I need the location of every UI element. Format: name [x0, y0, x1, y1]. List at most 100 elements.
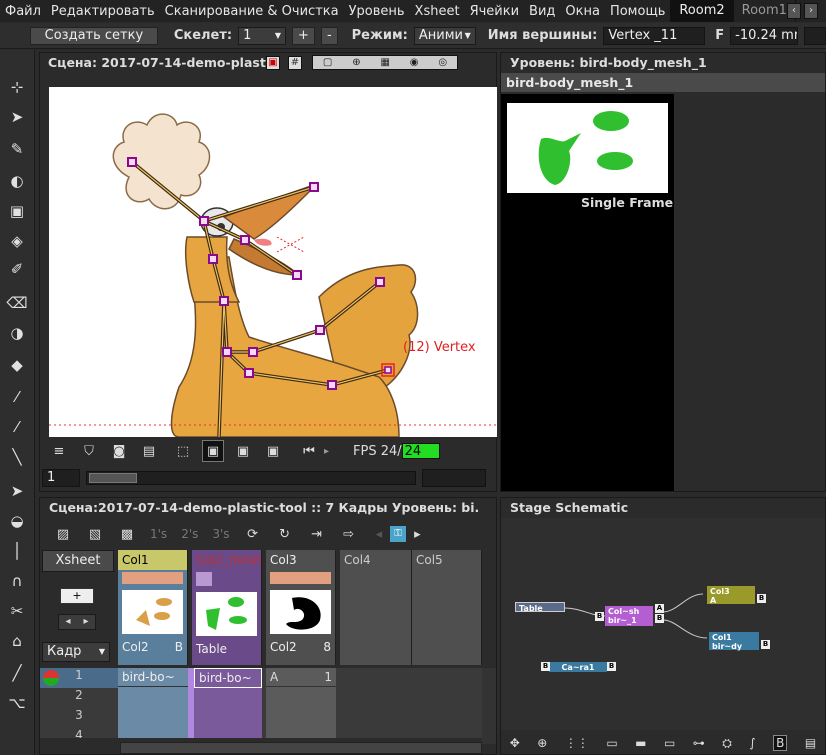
- skeleton-vertex[interactable]: [292, 270, 302, 280]
- step-1-button[interactable]: 1's: [150, 527, 167, 541]
- menu-icon[interactable]: ≡: [48, 440, 70, 462]
- schematic-port[interactable]: B: [757, 594, 766, 603]
- xsheet-vertical-scrollbar[interactable]: [482, 668, 496, 744]
- skeleton-vertex[interactable]: [222, 347, 232, 357]
- schematic-node-col-sh[interactable]: Col~sh bir~_1: [605, 606, 653, 626]
- schematic-canvas[interactable]: Table Col~sh bir~_1 B A B Col3 A B Col1 …: [501, 518, 825, 730]
- tracker-tool-icon[interactable]: ╱: [6, 662, 28, 684]
- layer-nav[interactable]: ◂ ▸: [58, 614, 96, 630]
- skeleton-vertex[interactable]: [208, 254, 218, 264]
- type-tool-icon[interactable]: ▣: [6, 200, 28, 222]
- fps-field[interactable]: 24: [401, 443, 440, 459]
- step-3-button[interactable]: 3's: [212, 527, 229, 541]
- room-prev-icon[interactable]: ‹: [787, 3, 801, 19]
- cutter-tool-icon[interactable]: ✂: [6, 600, 28, 622]
- schematic-port[interactable]: B: [541, 662, 550, 671]
- skeleton-tool-icon[interactable]: ⌂: [6, 630, 28, 652]
- selected-vertex[interactable]: [384, 366, 392, 374]
- add-skeleton-button[interactable]: +: [292, 26, 315, 45]
- step-2-button[interactable]: 2's: [181, 527, 198, 541]
- menu-file[interactable]: Файл: [0, 4, 46, 19]
- maximize-nodes-icon[interactable]: ▬: [635, 736, 646, 750]
- first-frame-icon[interactable]: ⏮: [298, 440, 320, 462]
- cell-column-col2-mesh[interactable]: bird-bo~: [194, 668, 262, 738]
- minimize-nodes-icon[interactable]: ▭: [664, 736, 675, 750]
- schematic-node-camera[interactable]: Ca~ra1: [549, 662, 607, 672]
- position-y-field[interactable]: [804, 26, 826, 45]
- next-key-icon[interactable]: ▸: [414, 527, 421, 542]
- cell-column-col3[interactable]: A 1: [266, 668, 336, 738]
- xsheet-horizontal-scrollbar[interactable]: [120, 742, 482, 754]
- bg-checker-icon[interactable]: ▣: [262, 440, 284, 462]
- key-icon[interactable]: ⚿: [390, 526, 407, 542]
- geometric-tool-icon[interactable]: ◐: [6, 170, 28, 192]
- schematic-node-table[interactable]: Table: [515, 602, 565, 613]
- skeleton-vertex[interactable]: [199, 216, 209, 226]
- prev-key-icon[interactable]: ◂: [376, 527, 383, 542]
- new-raster-level-icon[interactable]: ▩: [116, 523, 138, 545]
- column-col1[interactable]: Col1 Col2 B: [118, 550, 188, 665]
- skeleton-vertex[interactable]: [309, 182, 319, 192]
- animate-tool-icon[interactable]: ⊹: [6, 76, 28, 98]
- fit-to-window-icon[interactable]: ✥: [510, 736, 520, 750]
- pinch-tool-icon[interactable]: ╲: [6, 446, 28, 468]
- new-pegbar-icon[interactable]: ⊶: [693, 736, 705, 750]
- level-frame-thumbnail[interactable]: [507, 103, 668, 193]
- rgb-picker-tool-icon[interactable]: ⁄: [6, 386, 28, 408]
- stage-toggle-icon[interactable]: B: [773, 735, 788, 751]
- cell-frame[interactable]: 1: [324, 670, 332, 684]
- frame-slider-handle[interactable]: [89, 473, 137, 483]
- new-motion-path-icon[interactable]: ∫: [749, 736, 755, 750]
- onion-skin-icon[interactable]: ◉: [410, 56, 419, 69]
- vertex-name-field[interactable]: Vertex _11: [603, 26, 706, 45]
- menu-xsheet[interactable]: Xsheet: [410, 4, 465, 19]
- new-toonz-level-icon[interactable]: ▧: [84, 523, 106, 545]
- schematic-node-col3[interactable]: Col3 A: [707, 586, 755, 605]
- column-col2-mesh[interactable]: Col2_mesh Table: [192, 550, 262, 665]
- paint-brush-tool-icon[interactable]: ✐: [6, 258, 28, 280]
- row-number[interactable]: 4: [40, 728, 118, 738]
- tape-tool-icon[interactable]: ◑: [6, 322, 28, 344]
- column-col4[interactable]: Col4: [340, 550, 412, 665]
- drawing-canvas[interactable]: (12) Vertex: [49, 87, 497, 437]
- viewer-toggle-strip[interactable]: ▢ ⊕ ▦ ◉ ◎: [312, 55, 458, 70]
- focus-on-current-icon[interactable]: ⊕: [537, 736, 547, 750]
- menu-level[interactable]: Уровень: [344, 4, 410, 19]
- style-picker-tool-icon[interactable]: ◆: [6, 354, 28, 376]
- new-level-icon[interactable]: ▨: [52, 523, 74, 545]
- menu-edit[interactable]: Редактировать: [46, 4, 160, 19]
- frame-slider[interactable]: [86, 471, 416, 485]
- brush-tool-icon[interactable]: ✎: [6, 138, 28, 160]
- eraser-tool-icon[interactable]: ⌫: [6, 292, 28, 314]
- cell[interactable]: bird-bo~: [194, 668, 262, 688]
- camera-view-icon[interactable]: ⊕: [352, 56, 360, 69]
- checkerboard-icon[interactable]: ▦: [380, 56, 389, 69]
- cell[interactable]: A: [270, 670, 278, 684]
- skeleton-vertex[interactable]: [375, 277, 385, 287]
- safe-area-icon[interactable]: ▢: [323, 56, 332, 69]
- grid-toggle-icon[interactable]: #: [288, 56, 302, 70]
- row-number[interactable]: 1: [40, 668, 118, 688]
- compare-icon[interactable]: ◎: [438, 56, 447, 69]
- skeleton-vertex[interactable]: [240, 235, 250, 245]
- frame-field[interactable]: 1: [42, 469, 80, 487]
- column-col3[interactable]: Col3 Col2 8: [266, 550, 336, 665]
- cell-column-col1[interactable]: bird-bo~: [118, 668, 188, 738]
- export-icon[interactable]: ⇨: [338, 523, 360, 545]
- create-mesh-button[interactable]: Создать сетку: [30, 26, 158, 45]
- skeleton-combo[interactable]: 1 ▼: [238, 26, 287, 45]
- arrow-left-icon[interactable]: ◂: [65, 615, 70, 629]
- schematic-port[interactable]: A: [655, 604, 664, 613]
- cell[interactable]: bird-bo~: [118, 668, 188, 687]
- bender-tool-icon[interactable]: │: [6, 540, 28, 562]
- row-number[interactable]: 2: [40, 688, 118, 708]
- normal-size-icon[interactable]: ▭: [606, 736, 617, 750]
- skeleton-vertex[interactable]: [244, 368, 254, 378]
- reverse-icon[interactable]: ⟳: [242, 523, 264, 545]
- skeleton-vertex[interactable]: [327, 380, 337, 390]
- xsheet-toggle-button[interactable]: Xsheet: [42, 550, 114, 572]
- bg-black-icon[interactable]: ▣: [232, 440, 254, 462]
- fill-tool-icon[interactable]: ◈: [6, 230, 28, 252]
- iron-tool-icon[interactable]: ∩: [6, 570, 28, 592]
- skeleton-vertex[interactable]: [315, 325, 325, 335]
